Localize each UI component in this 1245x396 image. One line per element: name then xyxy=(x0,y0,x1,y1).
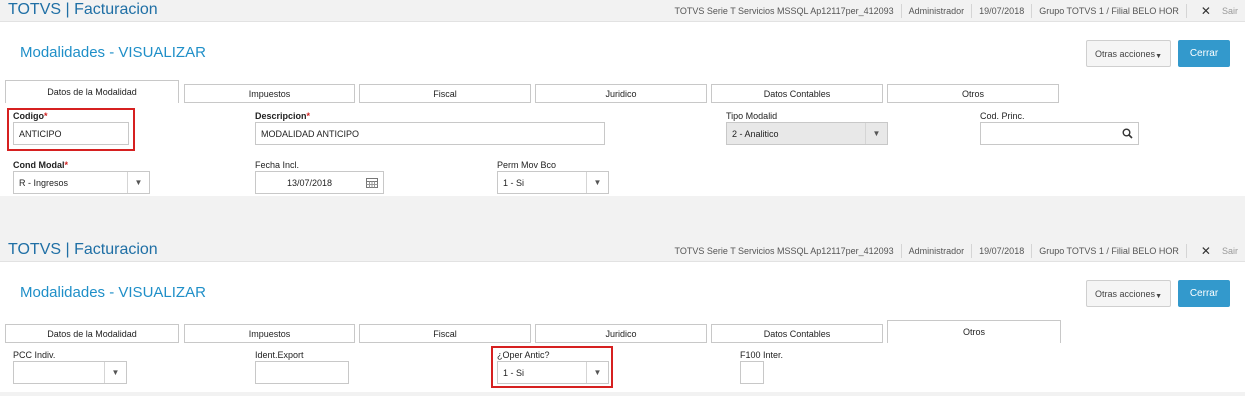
separator xyxy=(0,204,1245,240)
chevron-down-icon: ▼ xyxy=(127,172,149,193)
codigo-label: Codigo* xyxy=(13,111,48,121)
close-icon: ✕ xyxy=(1200,244,1211,258)
oper-antic-select[interactable]: 1 - Si ▼ xyxy=(497,361,609,384)
date-info: 19/07/2018 xyxy=(971,4,1031,18)
cond-modal-label-text: Cond Modal xyxy=(13,160,65,170)
tab-fiscal[interactable]: Fiscal xyxy=(359,324,531,343)
app-title: TOTVS | Facturacion xyxy=(8,241,158,258)
fecha-incl-value: 13/07/2018 xyxy=(286,177,333,188)
codigo-label-text: Codigo xyxy=(13,111,44,121)
chevron-down-icon: ▼ xyxy=(1155,293,1162,300)
logout-label: Sair xyxy=(1221,6,1238,16)
cod-princ-field[interactable] xyxy=(980,122,1139,145)
tab-impuestos[interactable]: Impuestos xyxy=(184,84,355,103)
user-info: Administrador xyxy=(900,4,972,18)
form-otros: PCC Indiv. ▼ Ident.Export ¿Oper Antic? 1… xyxy=(0,344,1245,392)
page-header: Modalidades - VISUALIZAR Otras acciones … xyxy=(0,28,1245,78)
app-title: TOTVS | Facturacion xyxy=(8,1,158,18)
logout-label: Sair xyxy=(1221,246,1238,256)
bottom-padding xyxy=(0,392,1245,396)
tab-otros[interactable]: Otros xyxy=(887,320,1061,343)
top-info: TOTVS Serie T Servicios MSSQL Ap12117per… xyxy=(668,240,1245,262)
descripcion-label: Descripcion* xyxy=(255,111,311,121)
page-title: Modalidades - VISUALIZAR xyxy=(20,284,206,301)
cerrar-button[interactable]: Cerrar xyxy=(1178,40,1230,67)
panel-datos-modalidad: TOTVS | Facturacion TOTVS Serie T Servic… xyxy=(0,0,1245,204)
oper-antic-label: ¿Oper Antic? xyxy=(497,350,550,360)
ident-export-label: Ident.Export xyxy=(255,350,304,360)
cond-modal-select[interactable]: R - Ingresos ▼ xyxy=(13,171,150,194)
descripcion-label-text: Descripcion xyxy=(255,111,307,121)
user-info: Administrador xyxy=(900,244,972,258)
chevron-down-icon: ▼ xyxy=(104,362,126,383)
panel-footer xyxy=(0,196,1245,204)
otras-acciones-button[interactable]: Otras acciones ▼ xyxy=(1086,40,1171,67)
tab-datos-contables[interactable]: Datos Contables xyxy=(711,84,883,103)
top-info: TOTVS Serie T Servicios MSSQL Ap12117per… xyxy=(668,0,1245,22)
tab-fiscal[interactable]: Fiscal xyxy=(359,84,531,103)
fecha-incl-field[interactable]: 13/07/2018 xyxy=(255,171,384,194)
tab-bar: Datos de la Modalidad Impuestos Fiscal J… xyxy=(0,80,1245,103)
branch-info[interactable]: Grupo TOTVS 1 / Filial BELO HOR xyxy=(1031,4,1186,18)
logout-button[interactable]: ✕ Sair xyxy=(1185,4,1245,18)
codigo-field[interactable]: ANTICIPO xyxy=(13,122,129,145)
logout-button[interactable]: ✕ Sair xyxy=(1185,244,1245,258)
tab-otros[interactable]: Otros xyxy=(887,84,1059,103)
branch-info[interactable]: Grupo TOTVS 1 / Filial BELO HOR xyxy=(1031,244,1186,258)
descripcion-value: MODALIDAD ANTICIPO xyxy=(261,128,360,139)
cond-modal-value: R - Ingresos xyxy=(19,177,69,188)
chevron-down-icon: ▼ xyxy=(1155,53,1162,60)
tipo-modalid-value: 2 - Analitico xyxy=(732,128,779,139)
chevron-down-icon: ▼ xyxy=(586,172,608,193)
tab-datos-contables[interactable]: Datos Contables xyxy=(711,324,883,343)
oper-antic-value: 1 - Si xyxy=(503,367,525,378)
otras-acciones-button[interactable]: Otras acciones ▼ xyxy=(1086,280,1171,307)
pcc-indiv-select[interactable]: ▼ xyxy=(13,361,127,384)
tipo-modalid-select[interactable]: 2 - Analitico ▼ xyxy=(726,122,888,145)
panel-otros: TOTVS | Facturacion TOTVS Serie T Servic… xyxy=(0,240,1245,392)
tab-juridico[interactable]: Juridico xyxy=(535,324,707,343)
date-info: 19/07/2018 xyxy=(971,244,1031,258)
cond-modal-label: Cond Modal* xyxy=(13,160,69,170)
otras-acciones-label: Otras acciones xyxy=(1095,48,1156,59)
cerrar-button[interactable]: Cerrar xyxy=(1178,280,1230,307)
calendar-icon[interactable] xyxy=(361,172,383,193)
chevron-down-icon: ▼ xyxy=(865,123,887,144)
page-title: Modalidades - VISUALIZAR xyxy=(20,44,206,61)
page-header: Modalidades - VISUALIZAR Otras acciones … xyxy=(0,268,1245,318)
descripcion-field[interactable]: MODALIDAD ANTICIPO xyxy=(255,122,605,145)
tab-impuestos[interactable]: Impuestos xyxy=(184,324,355,343)
tab-datos-modalidad[interactable]: Datos de la Modalidad xyxy=(5,80,179,103)
tab-juridico[interactable]: Juridico xyxy=(535,84,707,103)
otras-acciones-label: Otras acciones xyxy=(1095,288,1156,299)
tipo-modalid-label: Tipo Modalid xyxy=(726,111,778,121)
pcc-indiv-label: PCC Indiv. xyxy=(13,350,56,360)
fecha-incl-label: Fecha Incl. xyxy=(255,160,300,170)
f100-inter-label: F100 Inter. xyxy=(740,350,784,360)
environment-info: TOTVS Serie T Servicios MSSQL Ap12117per… xyxy=(674,6,894,16)
perm-mov-bco-value: 1 - Si xyxy=(503,177,525,188)
ident-export-field[interactable] xyxy=(255,361,349,384)
chevron-down-icon: ▼ xyxy=(586,362,608,383)
environment-info: TOTVS Serie T Servicios MSSQL Ap12117per… xyxy=(674,246,894,256)
cod-princ-label: Cod. Princ. xyxy=(980,111,1025,121)
tab-datos-modalidad[interactable]: Datos de la Modalidad xyxy=(5,324,179,343)
top-bar: TOTVS | Facturacion TOTVS Serie T Servic… xyxy=(0,240,1245,262)
form-datos-modalidad: Codigo* ANTICIPO Descripcion* MODALIDAD … xyxy=(0,104,1245,200)
top-bar: TOTVS | Facturacion TOTVS Serie T Servic… xyxy=(0,0,1245,22)
tab-bar: Datos de la Modalidad Impuestos Fiscal J… xyxy=(0,320,1245,343)
perm-mov-bco-select[interactable]: 1 - Si ▼ xyxy=(497,171,609,194)
close-icon: ✕ xyxy=(1200,4,1211,18)
f100-inter-field[interactable] xyxy=(740,361,764,384)
perm-mov-bco-label: Perm Mov Bco xyxy=(497,160,557,170)
codigo-value: ANTICIPO xyxy=(19,128,62,139)
search-icon[interactable] xyxy=(1116,123,1138,144)
